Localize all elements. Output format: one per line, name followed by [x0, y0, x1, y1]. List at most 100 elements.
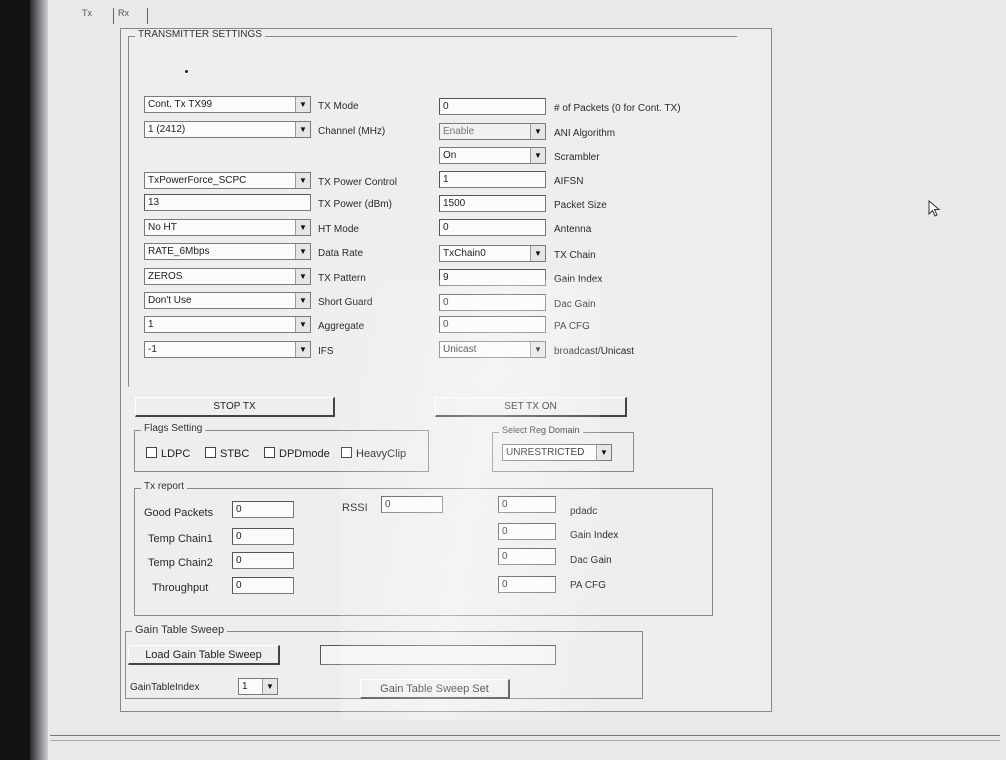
- flags-setting-title: Flags Setting: [141, 423, 206, 434]
- stray-dot: [185, 70, 188, 73]
- dropdown-arrow-icon[interactable]: ▼: [530, 124, 545, 139]
- dropdown-arrow-icon[interactable]: ▼: [295, 220, 310, 235]
- ani-algorithm-label: ANI Algorithm: [554, 128, 616, 139]
- stbc-checkbox[interactable]: STBC: [205, 447, 249, 460]
- dropdown-arrow-icon[interactable]: ▼: [295, 317, 310, 332]
- tx-power-control-select[interactable]: TxPowerForce_SCPC ▼: [144, 172, 311, 189]
- report-pa-cfg-field: 0: [498, 576, 556, 593]
- tx-power-dbm-label: TX Power (dBm): [318, 199, 392, 210]
- channel-mhz-select[interactable]: 1 (2412) ▼: [144, 121, 311, 138]
- dropdown-arrow-icon[interactable]: ▼: [295, 122, 310, 137]
- divider: [50, 735, 1000, 736]
- throughput-field: 0: [232, 577, 294, 594]
- temp-chain2-label: Temp Chain2: [148, 557, 213, 569]
- dropdown-arrow-icon[interactable]: ▼: [295, 269, 310, 284]
- checkbox-box-icon: [264, 447, 275, 458]
- temp-chain2-field: 0: [232, 552, 294, 569]
- ht-mode-value: No HT: [148, 222, 177, 233]
- reg-domain-select[interactable]: UNRESTRICTED ▼: [502, 444, 612, 461]
- tx-chain-label: TX Chain: [554, 250, 596, 261]
- dropdown-arrow-icon[interactable]: ▼: [295, 97, 310, 112]
- ani-algorithm-select[interactable]: Enable ▼: [439, 123, 546, 140]
- tx-chain-select[interactable]: TxChain0 ▼: [439, 245, 546, 262]
- tx-mode-value: Cont. Tx TX99: [148, 99, 213, 110]
- of-packets-0-for-cont-tx-label: # of Packets (0 for Cont. TX): [554, 103, 681, 114]
- dropdown-arrow-icon[interactable]: ▼: [295, 342, 310, 357]
- packet-size-label: Packet Size: [554, 200, 607, 211]
- tx-pattern-label: TX Pattern: [318, 273, 366, 284]
- scrambler-label: Scrambler: [554, 152, 600, 163]
- tab-separator: [147, 8, 148, 24]
- short-guard-label: Short Guard: [318, 297, 373, 308]
- report-pa-cfg-label: PA CFG: [570, 580, 606, 591]
- set-tx-on-button[interactable]: SET TX ON: [435, 397, 627, 417]
- pa-cfg-input[interactable]: 0: [439, 316, 546, 333]
- dropdown-arrow-icon[interactable]: ▼: [295, 293, 310, 308]
- antenna-input[interactable]: 0: [439, 219, 546, 236]
- dac-gain-input[interactable]: 0: [439, 294, 546, 311]
- monitor-bezel: [0, 0, 30, 760]
- dropdown-arrow-icon[interactable]: ▼: [596, 445, 611, 460]
- ifs-label: IFS: [318, 346, 334, 357]
- pa-cfg-label: PA CFG: [554, 321, 590, 332]
- gain-index-input[interactable]: 9: [439, 269, 546, 286]
- data-rate-select[interactable]: RATE_6Mbps ▼: [144, 243, 311, 260]
- tab-separator: [113, 8, 114, 24]
- rssi-field: 0: [381, 496, 443, 513]
- good-packets-label: Good Packets: [144, 507, 214, 519]
- scrambler-select[interactable]: On ▼: [439, 147, 546, 164]
- short-guard-value: Don't Use: [148, 295, 192, 306]
- ht-mode-label: HT Mode: [318, 224, 359, 235]
- ht-mode-select[interactable]: No HT ▼: [144, 219, 311, 236]
- ldpc-checkbox[interactable]: LDPC: [146, 447, 190, 460]
- report-dac-gain-field: 0: [498, 548, 556, 565]
- dpdmode-checkbox[interactable]: DPDmode: [264, 447, 330, 460]
- antenna-label: Antenna: [554, 224, 592, 235]
- aifsn-input[interactable]: 1: [439, 171, 546, 188]
- tx-power-dbm-input[interactable]: 13: [144, 194, 311, 211]
- tx-mode-select[interactable]: Cont. Tx TX99 ▼: [144, 96, 311, 113]
- reg-domain-value: UNRESTRICTED: [506, 447, 585, 458]
- checkbox-box-icon: [205, 447, 216, 458]
- dropdown-arrow-icon[interactable]: ▼: [530, 342, 545, 357]
- gain-table-sweep-set-button[interactable]: Gain Table Sweep Set: [360, 679, 510, 699]
- ifs-select[interactable]: -1 ▼: [144, 341, 311, 358]
- gain-index-label: Gain Index: [554, 274, 603, 285]
- tx-power-control-value: TxPowerForce_SCPC: [148, 175, 247, 186]
- heavyclip-checkbox[interactable]: HeavyClip: [341, 447, 406, 460]
- transmitter-settings-group: TRANSMITTER SETTINGS: [128, 29, 737, 387]
- ani-algorithm-value: Enable: [443, 126, 475, 137]
- scrambler-value: On: [443, 150, 457, 161]
- monitor-edge: [30, 0, 48, 760]
- load-gain-table-sweep-button[interactable]: Load Gain Table Sweep: [128, 645, 280, 665]
- pdadc-label: pdadc: [570, 506, 598, 517]
- broadcast-unicast-select[interactable]: Unicast ▼: [439, 341, 546, 358]
- packet-size-input[interactable]: 1500: [439, 195, 546, 212]
- gain-table-index-select[interactable]: 1 ▼: [238, 678, 278, 695]
- gain-table-file-field[interactable]: [320, 645, 556, 665]
- dropdown-arrow-icon[interactable]: ▼: [262, 679, 277, 694]
- good-packets-field: 0: [232, 501, 294, 518]
- dropdown-arrow-icon[interactable]: ▼: [295, 244, 310, 259]
- tx-report-title: Tx report: [141, 481, 188, 492]
- tab-tx[interactable]: Tx: [82, 8, 92, 18]
- tab-rx[interactable]: Rx: [118, 8, 129, 18]
- of-packets-0-for-cont-tx-input[interactable]: 0: [439, 98, 546, 115]
- aggregate-select[interactable]: 1 ▼: [144, 316, 311, 333]
- channel-mhz-value: 1 (2412): [148, 124, 186, 135]
- short-guard-select[interactable]: Don't Use ▼: [144, 292, 311, 309]
- dropdown-arrow-icon[interactable]: ▼: [530, 246, 545, 261]
- broadcast-unicast-value: Unicast: [443, 344, 477, 355]
- tx-power-control-label: TX Power Control: [318, 177, 397, 188]
- dropdown-arrow-icon[interactable]: ▼: [530, 148, 545, 163]
- stop-tx-button[interactable]: STOP TX: [135, 397, 335, 417]
- gain-table-index-label: GainTableIndex: [130, 682, 200, 693]
- dropdown-arrow-icon[interactable]: ▼: [295, 173, 310, 188]
- gain-table-sweep-title: Gain Table Sweep: [132, 624, 228, 636]
- tx-mode-label: TX Mode: [318, 101, 359, 112]
- report-gain-index-field: 0: [498, 523, 556, 540]
- reg-domain-title: Select Reg Domain: [499, 425, 583, 435]
- tx-pattern-select[interactable]: ZEROS ▼: [144, 268, 311, 285]
- checkbox-box-icon: [146, 447, 157, 458]
- aggregate-label: Aggregate: [318, 321, 365, 332]
